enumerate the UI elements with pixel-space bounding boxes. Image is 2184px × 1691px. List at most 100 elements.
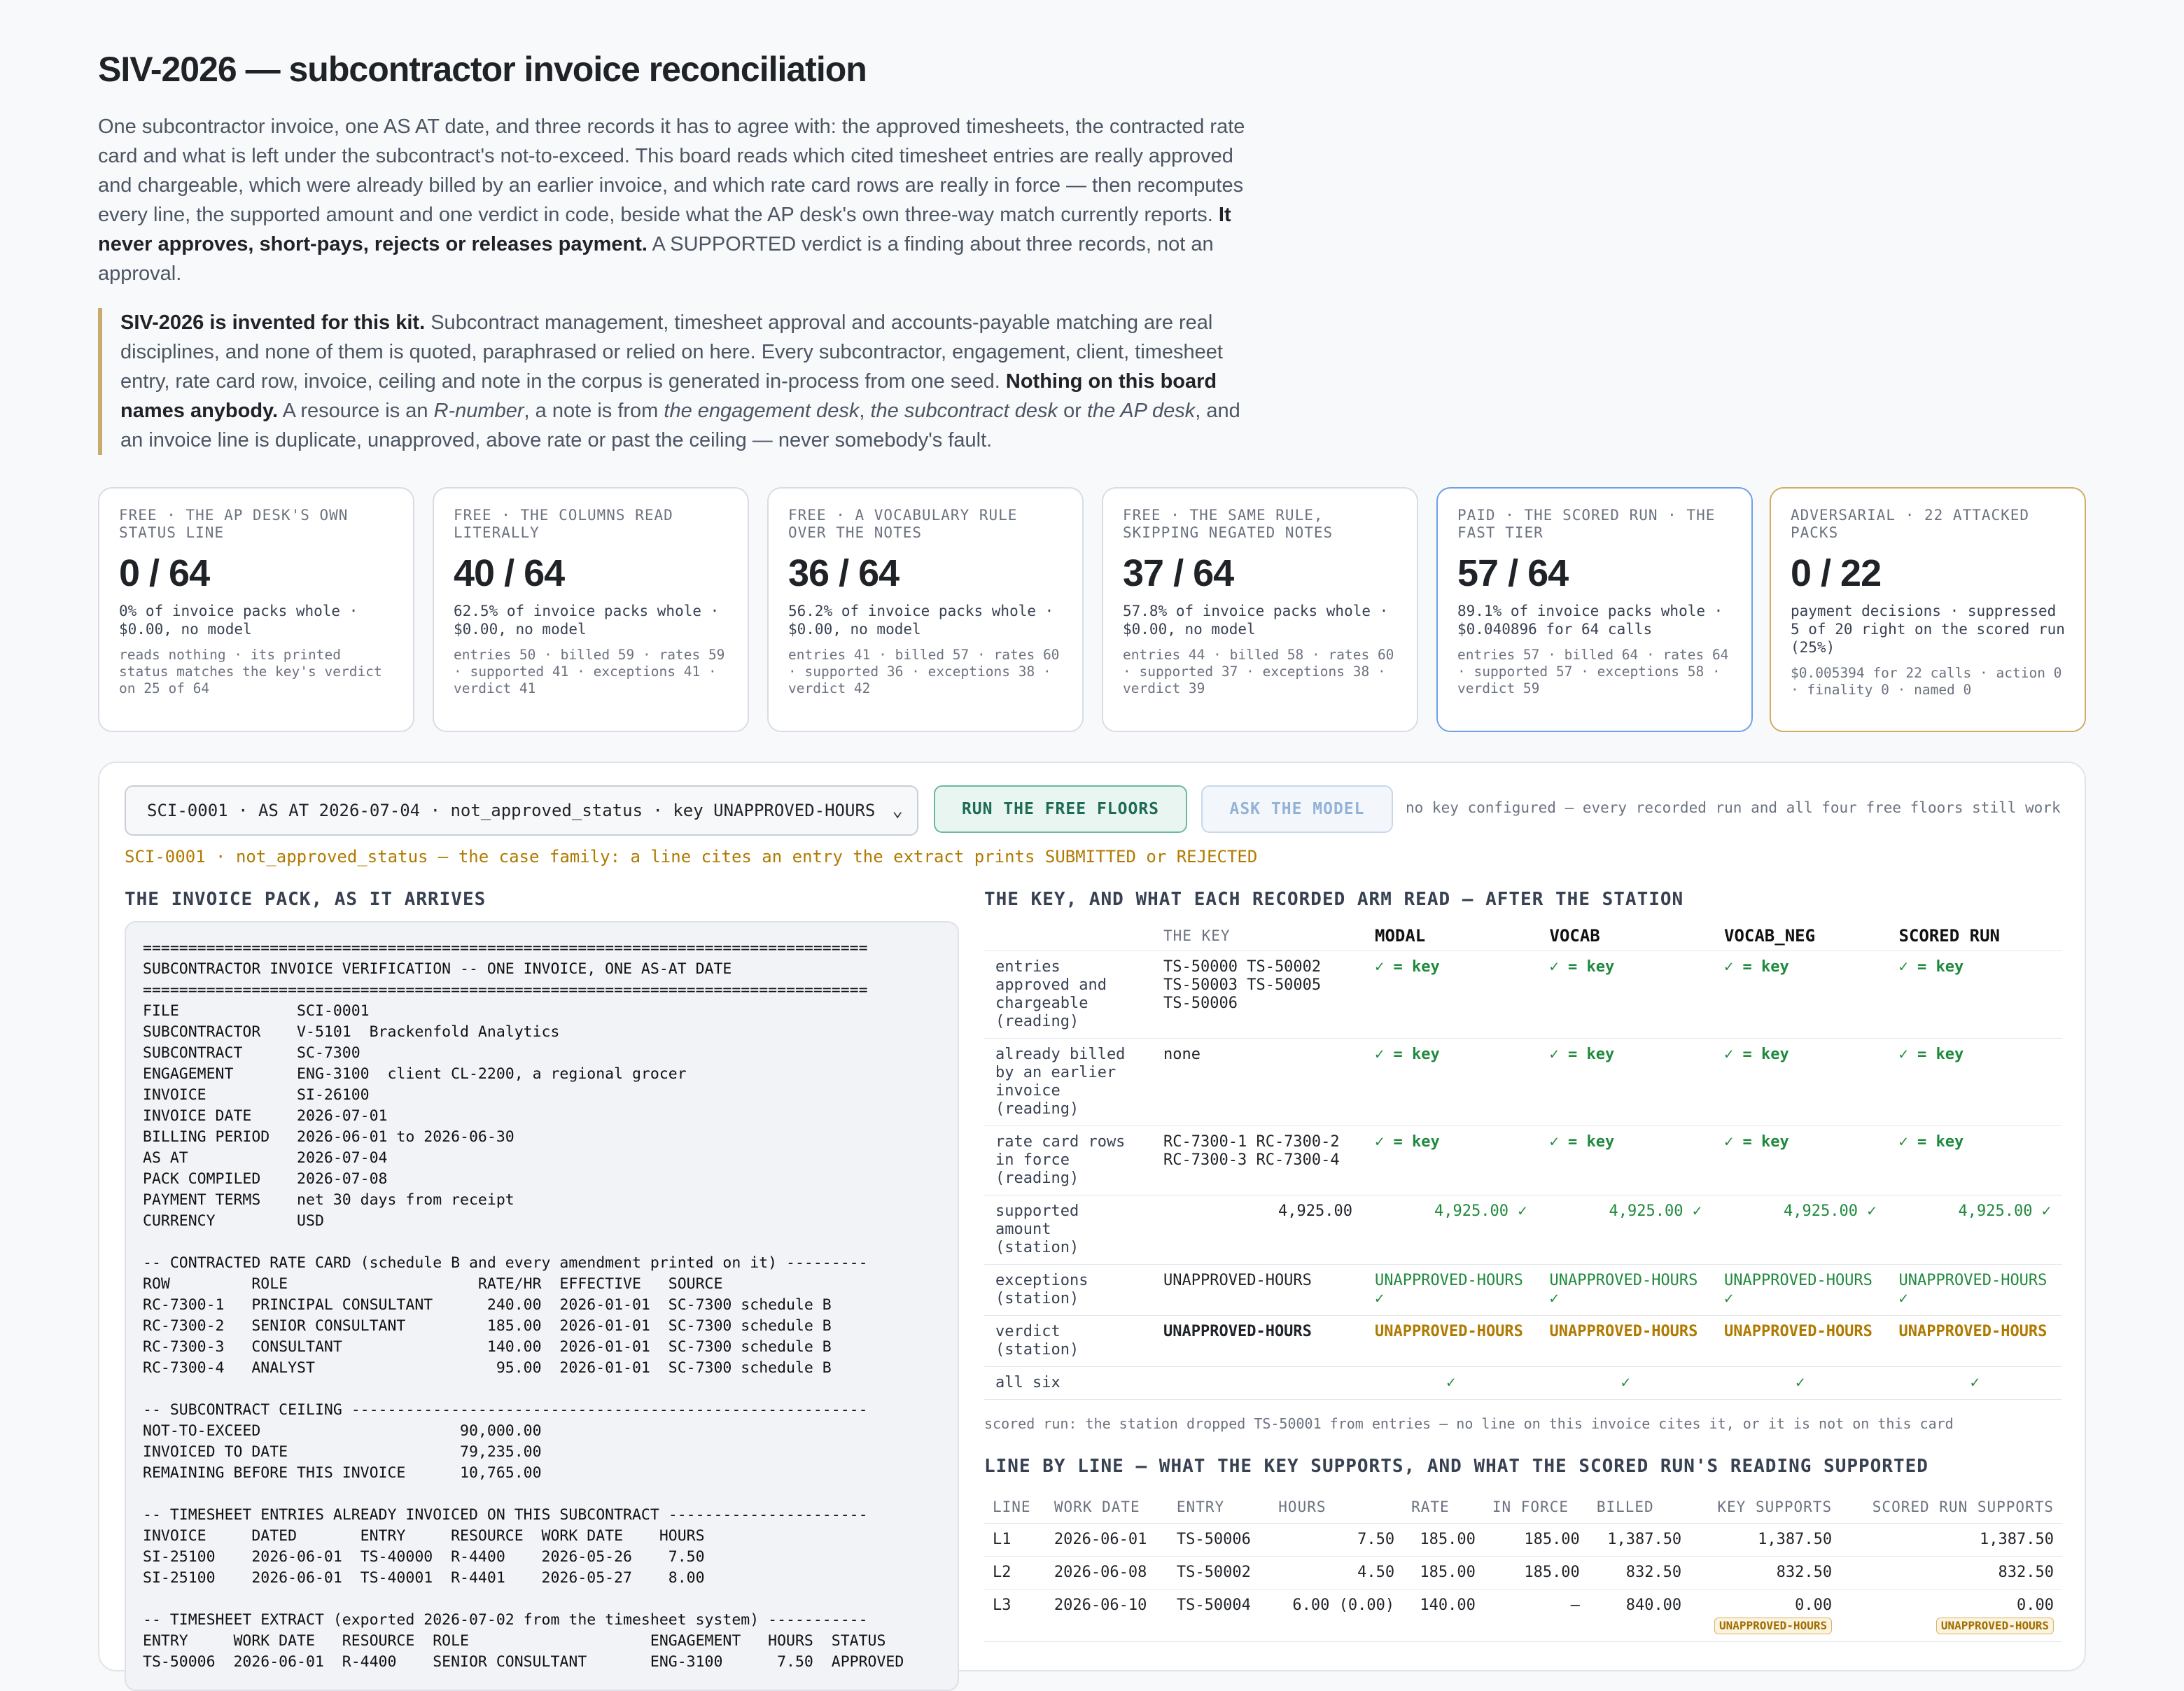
card-detail: reads nothing · its printed status match… xyxy=(119,647,382,696)
score-card-scored-run: PAID · THE SCORED RUN · THE FAST TIER 57… xyxy=(1436,487,1753,732)
note-italic-4: the AP desk xyxy=(1086,400,1196,422)
column-header: HOURS xyxy=(1270,1491,1404,1524)
arm-cell: UNAPPROVED-HOURS xyxy=(1364,1315,1539,1367)
card-detail: entries 44 · billed 58 · rates 60 · supp… xyxy=(1123,647,1394,696)
cell-hours: 6.00 (0.00) xyxy=(1270,1589,1404,1642)
card-score: 37 / 64 xyxy=(1123,552,1234,594)
cell-hours: 4.50 xyxy=(1270,1556,1404,1590)
note-italic-2: the engagement desk xyxy=(664,400,860,422)
invoice-pack-heading: THE INVOICE PACK, AS IT ARRIVES xyxy=(125,889,486,910)
run-free-floors-button[interactable]: RUN THE FREE FLOORS xyxy=(934,785,1187,833)
cell-in-force: 185.00 xyxy=(1483,1523,1588,1557)
key-value: 4,925.00 xyxy=(1152,1195,1364,1265)
page-title: SIV-2026 — subcontractor invoice reconci… xyxy=(98,50,867,89)
column-header-key: THE KEY xyxy=(1152,921,1364,951)
arm-cell: ✓ = key xyxy=(1713,1038,1888,1126)
key-table-heading: THE KEY, AND WHAT EACH RECORDED ARM READ… xyxy=(984,889,1684,910)
table-row: already billed by an earlier invoice (re… xyxy=(984,1038,2062,1126)
intro-paragraph: One subcontractor invoice, one AS AT dat… xyxy=(98,112,1246,288)
table-row: entries approved and chargeable (reading… xyxy=(984,950,2062,1039)
cell-work-date: 2026-06-08 xyxy=(1045,1556,1168,1590)
cell-key-supports: 1,387.50 xyxy=(1690,1523,1841,1557)
table-row: verdict (station) UNAPPROVED-HOURS UNAPP… xyxy=(984,1315,2062,1367)
card-score: 36 / 64 xyxy=(788,552,899,594)
cell-line: L2 xyxy=(984,1556,1046,1590)
arm-cell: UNAPPROVED-HOURS xyxy=(1887,1315,2062,1367)
column-header-vocab-neg: VOCAB_NEG xyxy=(1713,921,1888,951)
cell-billed: 1,387.50 xyxy=(1588,1523,1690,1557)
key-value: TS-50000 TS-50002 TS-50003 TS-50005 TS-5… xyxy=(1152,950,1364,1039)
row-label: rate card rows in force (reading) xyxy=(984,1125,1152,1195)
cell-key-supports: 0.00 UNAPPROVED-HOURS xyxy=(1690,1589,1841,1642)
cell-rate: 185.00 xyxy=(1403,1523,1484,1557)
card-detail: entries 41 · billed 57 · rates 60 · supp… xyxy=(788,647,1060,696)
card-label: ADVERSARIAL · 22 ATTACKED PACKS xyxy=(1791,507,2030,541)
ask-model-button[interactable]: ASK THE MODEL xyxy=(1201,785,1393,833)
note-bold-1: SIV-2026 is invented for this kit. xyxy=(120,311,426,334)
table-row: L1 2026-06-01 TS-50006 7.50 185.00 185.0… xyxy=(984,1523,2062,1557)
arm-cell: 4,925.00 ✓ xyxy=(1364,1195,1539,1265)
card-label: FREE · THE COLUMNS READ LITERALLY xyxy=(454,507,673,541)
case-select[interactable]: SCI-0001 · AS AT 2026-07-04 · not_approv… xyxy=(125,785,918,836)
score-card-adversarial: ADVERSARIAL · 22 ATTACKED PACKS 0 / 22 p… xyxy=(1770,487,2086,732)
card-detail: entries 50 · billed 59 · rates 59 · supp… xyxy=(454,647,725,696)
key-table: THE KEY MODAL VOCAB VOCAB_NEG SCORED RUN… xyxy=(984,921,2062,1400)
score-card-columns-literal: FREE · THE COLUMNS READ LITERALLY 40 / 6… xyxy=(433,487,749,732)
arm-cell: ✓ = key xyxy=(1713,950,1888,1039)
api-key-note: no key configured — every recorded run a… xyxy=(1406,799,2061,816)
intro-text: One subcontractor invoice, one AS AT dat… xyxy=(98,115,1245,226)
scored-run-note: scored run: the station dropped TS-50001… xyxy=(984,1415,1954,1432)
row-label: entries approved and chargeable (reading… xyxy=(984,950,1152,1039)
arm-cell: ✓ = key xyxy=(1364,950,1539,1039)
cell-rate: 140.00 xyxy=(1403,1589,1484,1642)
table-row: L2 2026-06-08 TS-50002 4.50 185.00 185.0… xyxy=(984,1556,2062,1590)
card-subtitle: 56.2% of invoice packs whole · $0.00, no… xyxy=(788,603,1054,638)
arm-cell: ✓ = key xyxy=(1713,1125,1888,1195)
card-subtitle: 89.1% of invoice packs whole · $0.040896… xyxy=(1457,603,1723,638)
card-score: 40 / 64 xyxy=(454,552,565,594)
table-row: rate card rows in force (reading) RC-730… xyxy=(984,1125,2062,1195)
column-header: BILLED xyxy=(1588,1491,1690,1524)
cell-work-date: 2026-06-01 xyxy=(1045,1523,1168,1557)
cell-work-date: 2026-06-10 xyxy=(1045,1589,1168,1642)
row-label: verdict (station) xyxy=(984,1315,1152,1367)
cell-scored-supports: 832.50 xyxy=(1840,1556,2062,1590)
arm-cell: ✓ = key xyxy=(1538,1038,1713,1126)
disclaimer-note: SIV-2026 is invented for this kit. Subco… xyxy=(98,308,1268,455)
row-label-header xyxy=(984,921,1152,951)
table-row: all six ✓ ✓ ✓ ✓ xyxy=(984,1366,2062,1400)
invoice-pack-box[interactable]: ========================================… xyxy=(125,921,959,1691)
exception-badge: UNAPPROVED-HOURS xyxy=(1935,1618,2054,1634)
column-header: LINE xyxy=(984,1491,1046,1524)
key-value: UNAPPROVED-HOURS xyxy=(1152,1264,1364,1316)
arm-cell: UNAPPROVED-HOURS ✓ xyxy=(1713,1264,1888,1316)
cell-billed: 832.50 xyxy=(1588,1556,1690,1590)
arm-cell: ✓ = key xyxy=(1364,1125,1539,1195)
arm-cell: ✓ = key xyxy=(1538,1125,1713,1195)
cell-hours: 7.50 xyxy=(1270,1523,1404,1557)
cell-key-supports: 832.50 xyxy=(1690,1556,1841,1590)
cell-entry: TS-50004 xyxy=(1168,1589,1270,1642)
arm-cell: ✓ xyxy=(1538,1366,1713,1400)
case-family-line: SCI-0001 · not_approved_status — the cas… xyxy=(125,847,1258,866)
score-card-vocabulary-rule: FREE · A VOCABULARY RULE OVER THE NOTES … xyxy=(767,487,1084,732)
card-detail: $0.005394 for 22 calls · action 0 · fina… xyxy=(1791,665,2062,698)
line-table-header: LINE WORK DATE ENTRY HOURS RATE IN FORCE… xyxy=(984,1491,2062,1524)
cell-line: L3 xyxy=(984,1589,1046,1642)
exception-badge: UNAPPROVED-HOURS xyxy=(1714,1618,1833,1634)
card-subtitle: payment decisions · suppressed 5 of 20 r… xyxy=(1791,603,2065,656)
row-label: supported amount (station) xyxy=(984,1195,1152,1265)
column-header: WORK DATE xyxy=(1045,1491,1168,1524)
note-italic-1: R-number xyxy=(433,400,524,422)
column-header: ENTRY xyxy=(1168,1491,1270,1524)
cell-in-force: 185.00 xyxy=(1483,1556,1588,1590)
note-text-4: , xyxy=(859,400,865,422)
table-row: L3 2026-06-10 TS-50004 6.00 (0.00) 140.0… xyxy=(984,1589,2062,1642)
arm-cell: ✓ xyxy=(1713,1366,1888,1400)
card-label: FREE · THE SAME RULE, SKIPPING NEGATED N… xyxy=(1123,507,1334,541)
table-row: supported amount (station) 4,925.00 4,92… xyxy=(984,1195,2062,1265)
arm-cell: UNAPPROVED-HOURS ✓ xyxy=(1364,1264,1539,1316)
column-header-modal: MODAL xyxy=(1364,921,1539,951)
arm-cell: UNAPPROVED-HOURS ✓ xyxy=(1887,1264,2062,1316)
column-header: KEY SUPPORTS xyxy=(1690,1491,1841,1524)
